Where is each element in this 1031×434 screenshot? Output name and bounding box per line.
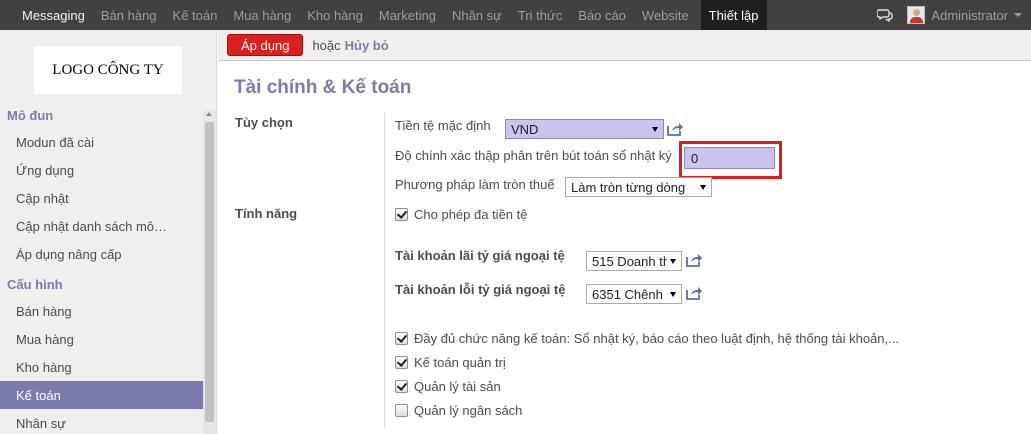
sidebar-item-config-warehouse[interactable]: Kho hàng [0, 353, 203, 381]
multi-currency-checkbox[interactable] [395, 208, 408, 221]
chat-icon[interactable] [876, 8, 894, 23]
menu-website[interactable]: Website [634, 0, 697, 30]
sidebar-item-config-sales[interactable]: Bán hàng [0, 297, 203, 325]
external-link-icon[interactable] [667, 122, 683, 136]
full-accounting-option[interactable]: Đầy đủ chức năng kế toán: Sổ nhật ký, bá… [395, 331, 899, 346]
sidebar-item-update-module-list[interactable]: Cập nhật danh sách mô… [0, 212, 203, 240]
features-section-label: Tính năng [235, 206, 298, 221]
sidebar-item-apps[interactable]: Ứng dụng [0, 156, 203, 184]
sidebar-scrollbar[interactable] [203, 110, 216, 434]
dropdown-arrow-icon [670, 292, 676, 297]
menu-messaging[interactable]: Messaging [14, 0, 93, 30]
sidebar-item-apply-upgrades[interactable]: Áp dụng nâng cấp [0, 240, 203, 268]
options-section-label: Tùy chọn [235, 115, 293, 130]
asset-management-option[interactable]: Quản lý tài sản [395, 379, 501, 394]
scroll-up-arrow-icon[interactable] [206, 112, 212, 116]
user-name[interactable]: Administrator [931, 8, 1008, 23]
user-menu-caret-icon[interactable] [1014, 13, 1022, 17]
apply-button[interactable]: Áp dụng [227, 34, 304, 56]
tax-rounding-select[interactable]: Làm tròn từng dòng [565, 177, 712, 197]
gain-account-label: Tài khoản lãi tỷ giá ngoại tệ [395, 248, 565, 263]
default-currency-label: Tiền tệ mặc định [395, 118, 491, 133]
budget-management-option[interactable]: Quản lý ngân sách [395, 403, 522, 418]
external-link-icon[interactable] [686, 253, 702, 267]
cancel-link[interactable]: Hủy bỏ [345, 38, 389, 53]
menu-warehouse[interactable]: Kho hàng [299, 0, 371, 30]
avatar[interactable] [907, 6, 926, 24]
decimal-precision-input[interactable] [684, 147, 775, 169]
user-area: Administrator [876, 0, 1031, 30]
sidebar: LOGO CÔNG TY Mô đun Modun đã cài Ứng dụn… [0, 30, 217, 434]
action-bar: Áp dụng hoặc Hủy bỏ [218, 30, 1031, 61]
decimal-precision-label: Độ chính xác thập phân trên bút toán sổ … [395, 148, 672, 163]
default-currency-select[interactable]: VND [505, 119, 664, 139]
menu-sales[interactable]: Bán hàng [93, 0, 165, 30]
form-divider [384, 113, 385, 427]
page-title: Tài chính & Kế toán [234, 77, 412, 98]
menu-reports[interactable]: Báo cáo [570, 0, 634, 30]
full-accounting-checkbox[interactable] [395, 332, 408, 345]
multi-currency-option[interactable]: Cho phép đa tiền tệ [395, 207, 527, 222]
sidebar-item-config-hr[interactable]: Nhân sự [0, 409, 203, 434]
scrollbar-thumb[interactable] [205, 122, 214, 422]
or-text: hoặc [312, 37, 341, 53]
menu-accounting[interactable]: Kế toán [165, 0, 226, 30]
section-config-heading: Cấu hình [7, 277, 63, 292]
loss-account-select[interactable]: 6351 Chênh lệch [586, 284, 682, 304]
menu-settings[interactable]: Thiết lập [700, 0, 767, 30]
sidebar-item-config-accounting[interactable]: Kế toán [0, 381, 203, 409]
loss-account-label: Tài khoản lỗi tỷ giá ngoại tệ [395, 282, 566, 297]
analytic-accounting-checkbox[interactable] [395, 356, 408, 369]
dropdown-arrow-icon [670, 259, 676, 264]
budget-management-checkbox[interactable] [395, 404, 408, 417]
menu-marketing[interactable]: Marketing [371, 0, 444, 30]
multi-currency-label: Cho phép đa tiền tệ [414, 207, 528, 222]
main-menu: Messaging Bán hàng Kế toán Mua hàng Kho … [0, 0, 767, 30]
menu-knowledge[interactable]: Tri thức [510, 0, 570, 30]
gain-account-select[interactable]: 515 Doanh thu [586, 251, 682, 271]
asset-management-label: Quản lý tài sản [414, 379, 501, 394]
menu-purchases[interactable]: Mua hàng [225, 0, 299, 30]
dropdown-arrow-icon [700, 185, 706, 190]
budget-management-label: Quản lý ngân sách [414, 403, 523, 418]
section-modules-heading: Mô đun [7, 108, 54, 123]
menu-hr[interactable]: Nhân sự [444, 0, 510, 30]
sidebar-item-config-purchases[interactable]: Mua hàng [0, 325, 203, 353]
analytic-accounting-option[interactable]: Kế toán quản trị [395, 355, 506, 370]
analytic-accounting-label: Kế toán quản trị [414, 355, 506, 370]
company-logo[interactable]: LOGO CÔNG TY [34, 46, 182, 94]
dropdown-arrow-icon [652, 127, 658, 132]
tax-rounding-label: Phương pháp làm tròn thuế [395, 177, 555, 192]
sidebar-item-installed-modules[interactable]: Modun đã cài [0, 128, 203, 156]
top-navbar: Messaging Bán hàng Kế toán Mua hàng Kho … [0, 0, 1031, 30]
full-accounting-label: Đầy đủ chức năng kế toán: Sổ nhật ký, bá… [414, 331, 899, 346]
sidebar-item-updates[interactable]: Cập nhật [0, 184, 203, 212]
external-link-icon[interactable] [686, 286, 702, 300]
asset-management-checkbox[interactable] [395, 380, 408, 393]
